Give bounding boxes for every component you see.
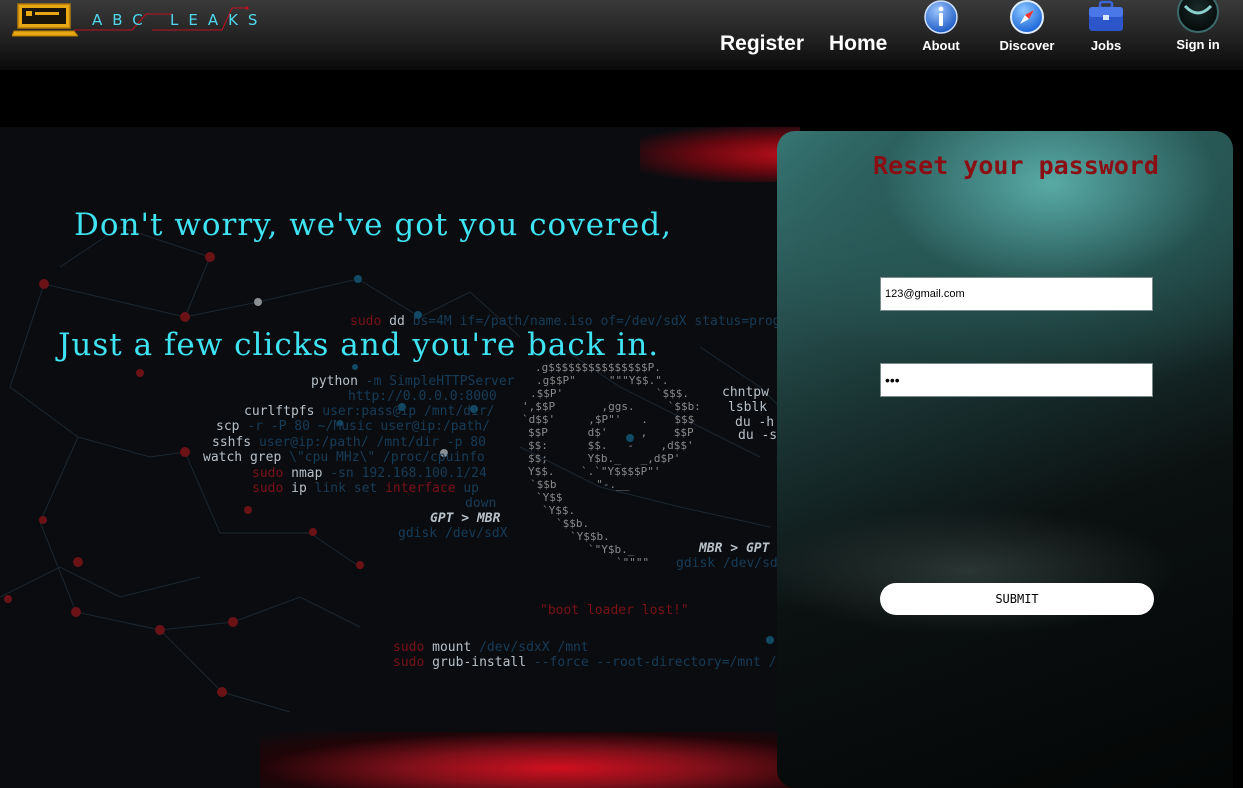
panel-title: Reset your password (873, 151, 1159, 180)
logo-text-abc: ABC (92, 11, 153, 29)
ascii-art-line: $$: $$. - ,d$$' (528, 439, 694, 452)
code-line: du -s (738, 428, 778, 443)
code-line: lsblk (728, 400, 768, 415)
nav-home-link[interactable]: Home (829, 32, 887, 56)
code-line: sudo ip link set interface up (252, 481, 480, 496)
ascii-art-line: `$$b "-.__ (530, 478, 630, 491)
nav-jobs-label: Jobs (1090, 38, 1122, 53)
ascii-art-line: `Y$$b. (570, 530, 610, 543)
code-line: http://0.0.0.0:8000 (348, 389, 497, 404)
code-line: sudo nmap -sn 192.168.100.1/24 (252, 466, 487, 481)
ascii-art-line: .g$$P" """Y$$.". (536, 374, 669, 387)
password-field[interactable] (880, 363, 1153, 397)
nav-signin-link[interactable]: Sign in (1163, 0, 1233, 62)
code-line: "boot loader lost!" (540, 603, 689, 618)
logo-text-leaks: LEAKS (170, 11, 268, 29)
ascii-art-line: Y$$. `.`"Y$$$$P"' (528, 465, 661, 478)
ascii-art-line: `Y$$ (536, 491, 563, 504)
submit-button[interactable]: SUBMIT (880, 583, 1154, 615)
ascii-art-line: .$$P' `$$$. (530, 387, 689, 400)
logo[interactable]: ABC LEAKS (12, 2, 257, 38)
code-line: gdisk /dev/sdX (676, 556, 786, 571)
briefcase-icon (1089, 0, 1123, 31)
hero-tagline-line-1: Don't worry, we've got you covered, (74, 207, 672, 243)
code-line: sudo grub-install --force --root-directo… (393, 655, 800, 670)
reset-password-panel: Reset your password SUBMIT (777, 131, 1233, 788)
code-line: chntpw (722, 385, 769, 400)
info-icon (924, 0, 958, 34)
ascii-art-line: ',$$P ,ggs. `$$b: (522, 400, 701, 413)
ascii-art-line: $$; Y$b._ _,d$P' (528, 452, 681, 465)
ascii-art-line: `Y$$. (542, 504, 576, 517)
compass-icon (1010, 0, 1044, 34)
laptop-icon (12, 3, 78, 37)
nav-discover-label: Discover (999, 38, 1055, 53)
ascii-art-line: $$P d$' , $$P (528, 426, 694, 439)
code-line: curlftpfs user:pass@ip /mnt/dir/ (244, 404, 495, 419)
nav-register-link[interactable]: Register (720, 32, 804, 56)
top-navbar: ABC LEAKS Register Home About Discover J… (0, 0, 1243, 70)
ascii-art-line: `$$b. (556, 517, 590, 530)
code-line: GPT > MBR (430, 511, 501, 526)
hero-tagline-line-2: Just a few clicks and you're back in. (58, 327, 660, 363)
nav-discover-link[interactable]: Discover (992, 0, 1062, 62)
code-line: gdisk /dev/sdX (398, 526, 508, 541)
email-field[interactable] (880, 277, 1153, 311)
hero-banner: sudo dd bs=4M if=/path/name.iso of=/dev/… (0, 127, 800, 788)
code-line: watch grep \"cpu MHz\" /proc/cpuinfo (203, 450, 485, 465)
user-avatar-icon (1177, 0, 1219, 33)
nav-about-link[interactable]: About (906, 0, 976, 62)
code-line: scp -r -P 80 ~/Music user@ip:/path/ (216, 419, 490, 434)
nav-signin-label: Sign in (1176, 37, 1220, 52)
code-line: python -m SimpleHTTPServer (311, 374, 515, 389)
nav-jobs-link[interactable]: Jobs (1071, 0, 1141, 62)
nav-about-label: About (922, 38, 960, 53)
code-line: sshfs user@ip:/path/ /mnt/dir -p 80 (212, 435, 486, 450)
code-line: sudo mount /dev/sdxX /mnt (393, 640, 589, 655)
ascii-art-line: `d$$' ,$P"' . $$$ (522, 413, 695, 426)
code-line: MBR > GPT (699, 541, 770, 556)
code-line: down (465, 496, 497, 511)
ascii-art-line: `"Y$b._ (588, 543, 635, 556)
ascii-art-line: `"""" (616, 556, 650, 569)
